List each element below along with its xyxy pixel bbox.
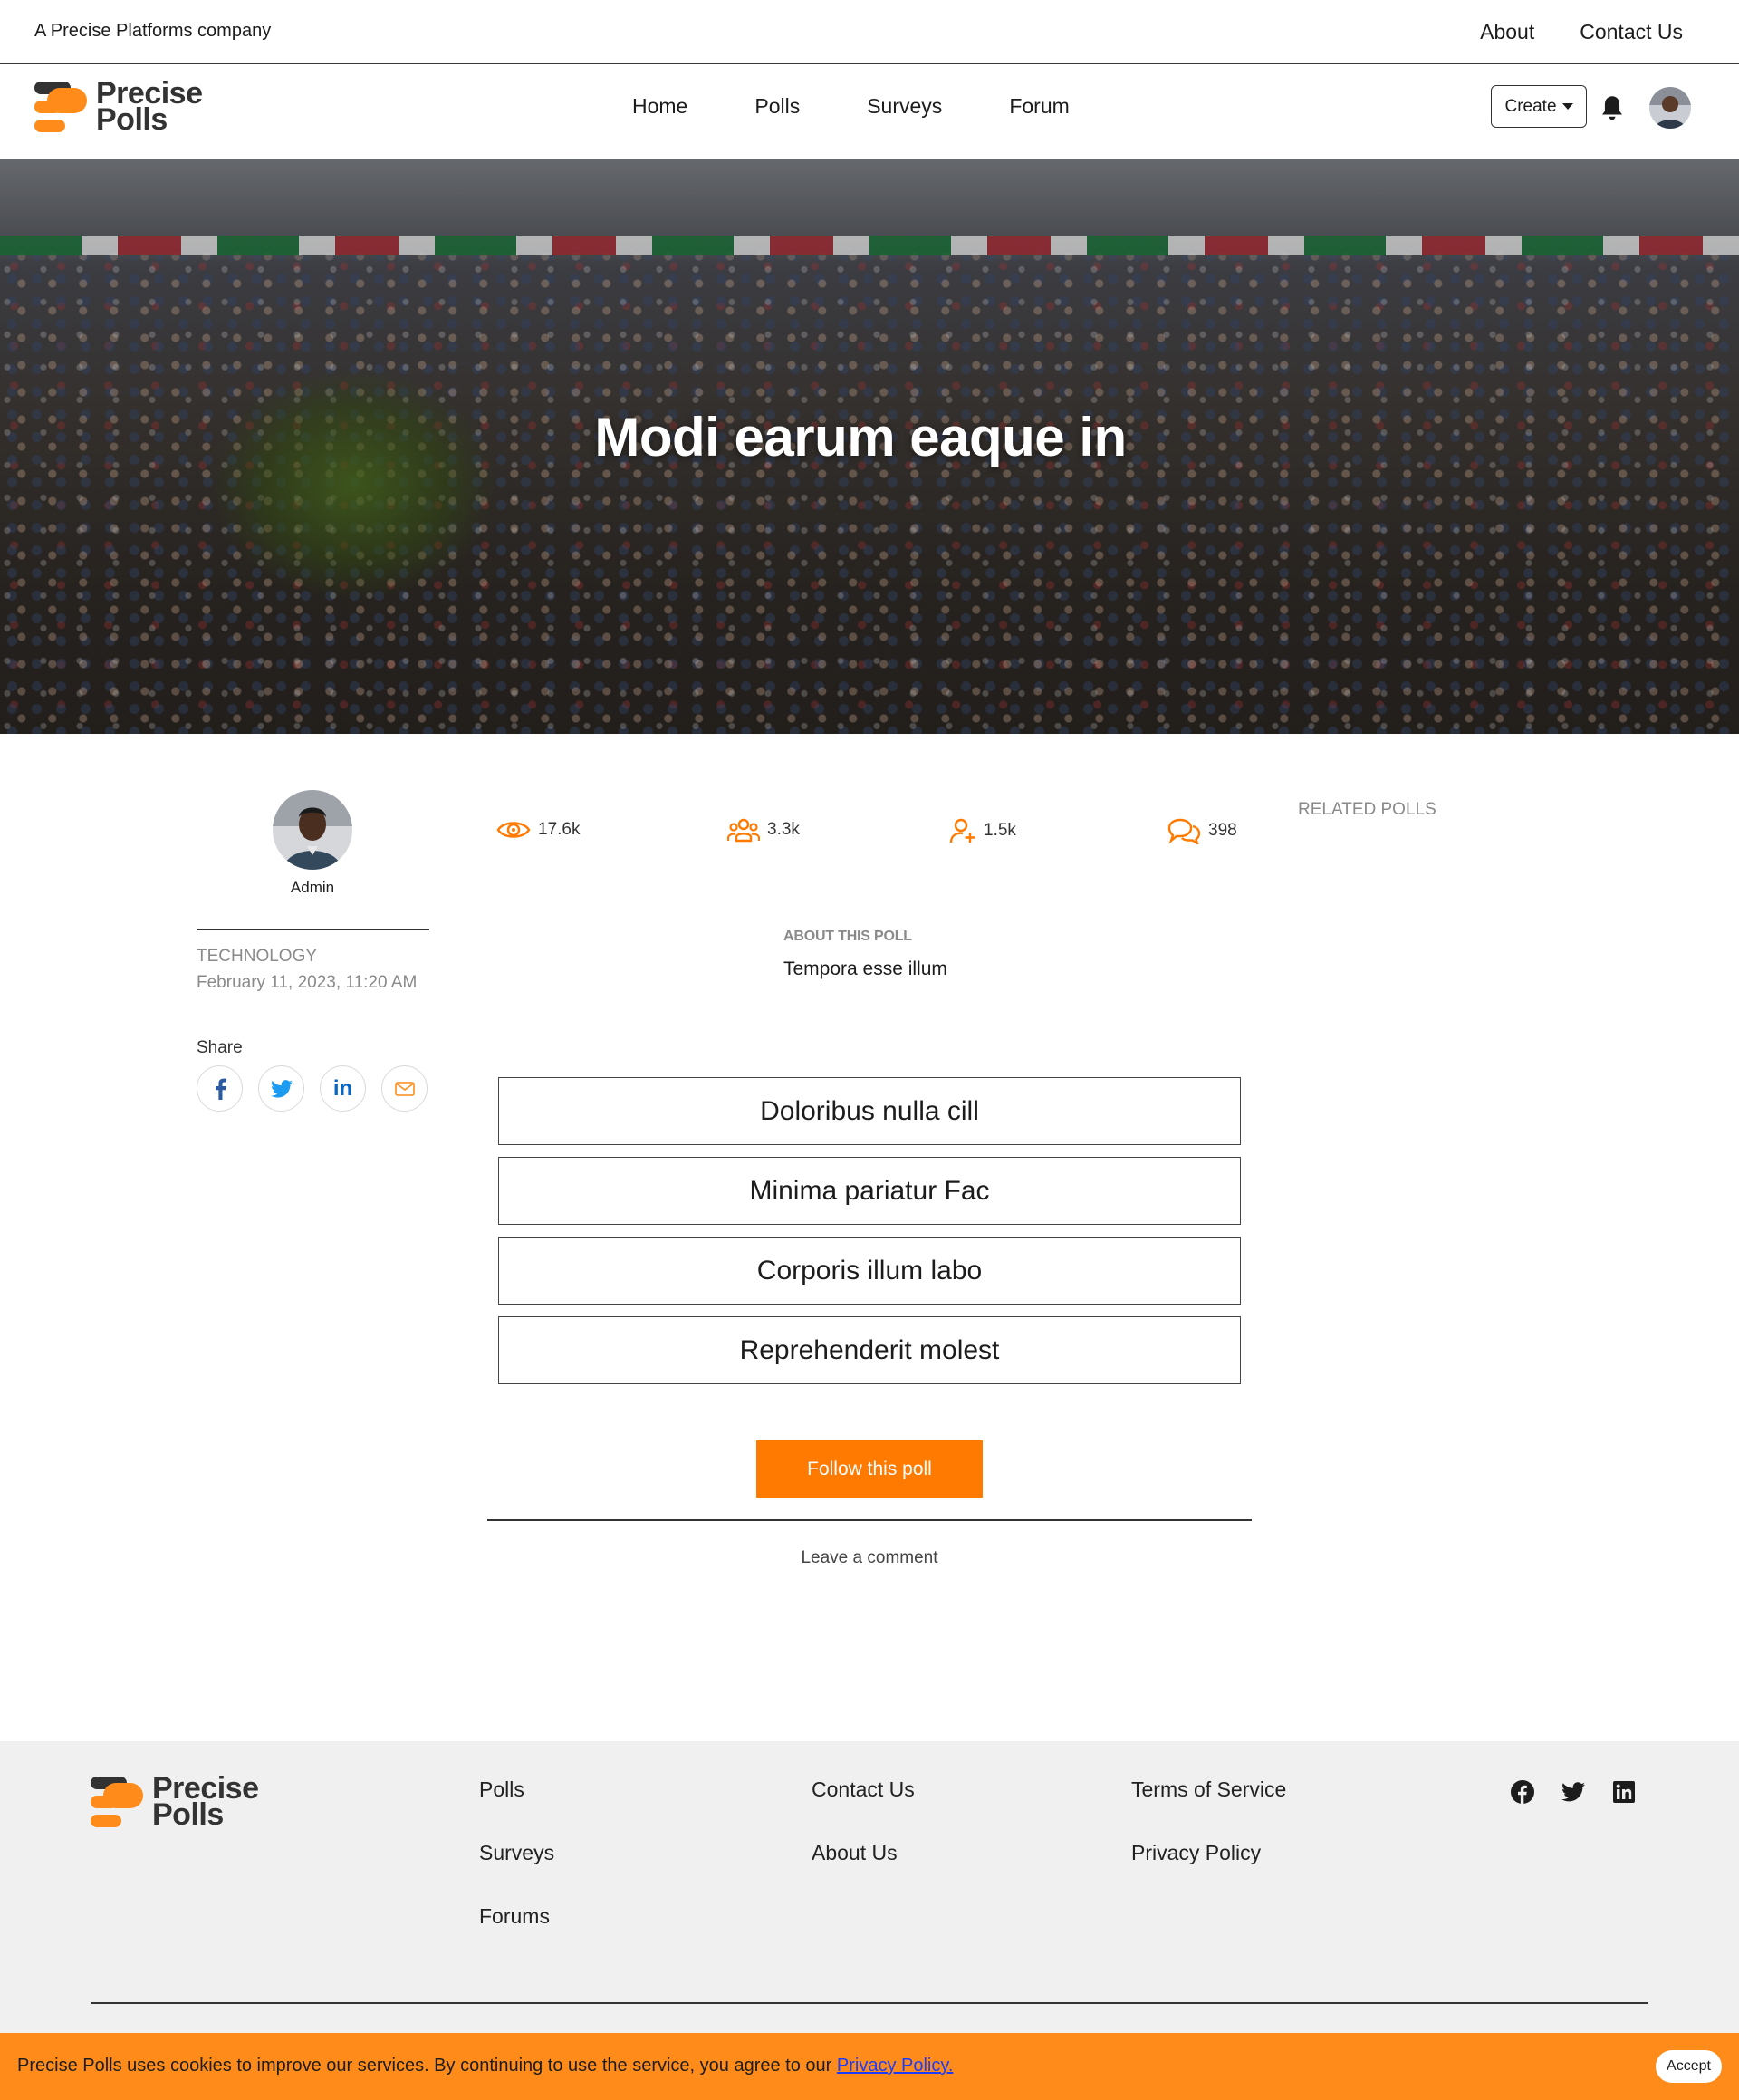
poll-options: Doloribus nulla cill Minima pariatur Fac… <box>498 1077 1241 1396</box>
footer-col-company: Contact Us About Us <box>812 1777 915 1865</box>
poll-option[interactable]: Minima pariatur Fac <box>498 1157 1241 1225</box>
main-navbar: Precise Polls Home Polls Surveys Forum C… <box>0 64 1739 159</box>
brand-logo[interactable]: Precise Polls <box>34 78 203 137</box>
company-tagline: A Precise Platforms company <box>34 21 272 41</box>
share-buttons: in <box>197 1065 428 1112</box>
top-links: About Contact Us <box>1480 20 1683 44</box>
linkedin-icon: in <box>332 1075 353 1101</box>
poll-option[interactable]: Doloribus nulla cill <box>498 1077 1241 1145</box>
leave-comment-link[interactable]: Leave a comment <box>0 1548 1739 1568</box>
logo-mark-icon <box>34 82 87 132</box>
nav-forum[interactable]: Forum <box>1009 94 1069 119</box>
footer-privacy-link[interactable]: Privacy Policy <box>1131 1841 1286 1865</box>
stat-participants-value: 3.3k <box>767 820 800 839</box>
cookie-message: Precise Polls uses cookies to improve ou… <box>17 2056 953 2076</box>
comment-divider <box>487 1519 1252 1521</box>
footer-twitter-icon[interactable] <box>1561 1779 1586 1805</box>
share-facebook-button[interactable] <box>197 1065 243 1112</box>
footer-surveys-link[interactable]: Surveys <box>479 1841 554 1865</box>
poll-category: TECHNOLOGY <box>197 947 318 966</box>
nav-surveys[interactable]: Surveys <box>867 94 942 119</box>
author-avatar <box>273 790 352 870</box>
facebook-icon <box>215 1078 226 1100</box>
stat-comments: 398 <box>1167 817 1237 844</box>
nav-polls[interactable]: Polls <box>754 94 800 119</box>
left-divider <box>197 929 429 930</box>
nav-home[interactable]: Home <box>632 94 687 119</box>
twitter-icon <box>270 1079 293 1098</box>
comments-icon <box>1167 818 1201 844</box>
stat-views: 17.6k <box>496 817 580 843</box>
author-name: Admin <box>290 879 335 896</box>
users-icon <box>727 818 760 843</box>
cookie-accept-button[interactable]: Accept <box>1656 2050 1722 2083</box>
footer-logo-mark-icon <box>91 1777 143 1827</box>
hero-banner: Modi earum eaque in <box>0 159 1739 734</box>
footer-linkedin-icon[interactable] <box>1611 1779 1637 1805</box>
share-label: Share <box>197 1038 243 1057</box>
footer-divider <box>91 2002 1648 2004</box>
eye-icon <box>496 822 531 838</box>
cookie-message-text: Precise Polls uses cookies to improve ou… <box>17 2056 837 2076</box>
logo-line-2: Polls <box>96 102 168 137</box>
footer-logo-text: Precise Polls <box>152 1773 259 1832</box>
about-poll-text: Tempora esse illum <box>783 958 947 979</box>
about-poll-label: ABOUT THIS POLL <box>783 929 912 944</box>
footer-polls-link[interactable]: Polls <box>479 1777 554 1802</box>
top-bar: A Precise Platforms company About Contac… <box>0 0 1739 64</box>
poll-option[interactable]: Reprehenderit molest <box>498 1316 1241 1384</box>
contact-us-link[interactable]: Contact Us <box>1580 20 1683 44</box>
cookie-privacy-link[interactable]: Privacy Policy. <box>837 2056 954 2076</box>
about-link[interactable]: About <box>1480 20 1534 44</box>
related-polls-heading: RELATED POLLS <box>1298 800 1436 819</box>
share-mail-button[interactable] <box>381 1065 428 1112</box>
stat-followers-value: 1.5k <box>984 821 1016 840</box>
user-add-icon <box>949 818 975 843</box>
poll-date: February 11, 2023, 11:20 AM <box>197 973 418 992</box>
footer-forums-link[interactable]: Forums <box>479 1904 554 1929</box>
footer-about-link[interactable]: About Us <box>812 1841 915 1865</box>
bell-icon[interactable] <box>1600 94 1625 121</box>
mail-icon <box>394 1081 415 1096</box>
author-card[interactable]: Admin <box>272 790 353 897</box>
footer-col-content: Polls Surveys Forums <box>479 1777 554 1929</box>
footer-contact-link[interactable]: Contact Us <box>812 1777 915 1802</box>
stat-comments-value: 398 <box>1208 821 1237 840</box>
logo-text: Precise Polls <box>96 78 203 137</box>
stat-views-value: 17.6k <box>538 820 581 839</box>
footer-col-legal: Terms of Service Privacy Policy <box>1131 1777 1286 1865</box>
follow-poll-button[interactable]: Follow this poll <box>756 1440 983 1498</box>
poll-title: Modi earum eaque in <box>594 407 1127 467</box>
footer-facebook-icon[interactable] <box>1510 1779 1535 1805</box>
footer-logo-line-2: Polls <box>152 1797 224 1832</box>
stat-participants: 3.3k <box>727 817 800 843</box>
stat-followers: 1.5k <box>949 817 1016 844</box>
user-avatar[interactable] <box>1649 87 1691 129</box>
create-dropdown-button[interactable]: Create <box>1491 85 1587 128</box>
share-twitter-button[interactable] <box>258 1065 304 1112</box>
footer-terms-link[interactable]: Terms of Service <box>1131 1777 1286 1802</box>
footer-brand-logo[interactable]: Precise Polls <box>91 1773 259 1832</box>
poll-stats: 17.6k 3.3k 1.5k 398 <box>496 817 1239 850</box>
primary-nav: Home Polls Surveys Forum <box>632 94 1137 119</box>
cookie-banner: Precise Polls uses cookies to improve ou… <box>0 2033 1739 2100</box>
footer-social-links <box>1510 1779 1637 1805</box>
share-linkedin-button[interactable]: in <box>320 1065 366 1112</box>
caret-down-icon <box>1561 103 1573 110</box>
poll-option[interactable]: Corporis illum labo <box>498 1237 1241 1305</box>
create-label: Create <box>1504 96 1557 116</box>
